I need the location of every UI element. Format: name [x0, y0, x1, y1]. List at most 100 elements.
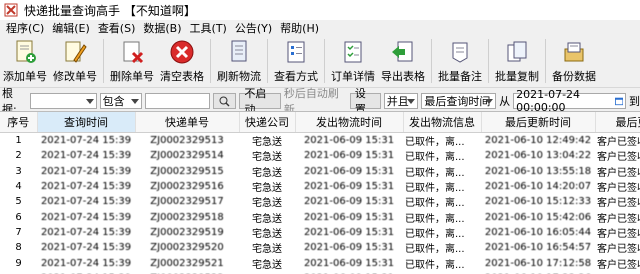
table-row[interactable]: 9 2021-07-24 15:39 ZJ0002329521 宅急送 2021-06-… [0, 255, 640, 271]
batch-copy-icon [507, 41, 527, 62]
cell-last-update-time: 2021-06-10 15:12:33 [484, 196, 592, 208]
cell-last-update-time: 2021-06-10 13:55:18 [484, 165, 592, 177]
cell-query-time: 2021-07-24 15:39 [40, 196, 132, 208]
autorefresh-toggle[interactable]: 不启动 [239, 87, 281, 116]
column-header-last-update[interactable]: 最后更新 [595, 112, 640, 133]
table-row[interactable]: 7 2021-07-24 15:39 ZJ0002329519 宅急送 2021-06-… [0, 225, 640, 240]
to-label: 到 [628, 95, 640, 108]
cell-index: 2 [15, 150, 22, 162]
delete-number-label: 删除单号 [110, 70, 154, 83]
cell-last-update: 客户已签收 [597, 137, 640, 149]
filter-search-input[interactable] [144, 93, 210, 109]
cell-ship-time: 2021-06-09 15:31 [303, 242, 395, 254]
cell-index: 9 [15, 257, 22, 269]
time-field-select[interactable]: 最后查询时间 [421, 93, 497, 109]
cell-ship-time: 2021-06-09 15:31 [303, 226, 395, 238]
edit-number-button[interactable]: 修改单号 [50, 37, 100, 85]
cell-ship-time: 2021-06-09 15:31 [303, 181, 395, 193]
export-green-icon [392, 41, 413, 62]
column-header-last-update-time[interactable]: 最后更新时间 [481, 112, 596, 133]
cell-courier: 宅急送 [252, 213, 282, 225]
cell-query-time: 2021-07-24 15:39 [40, 242, 132, 254]
settings-button[interactable]: 设置 [349, 87, 381, 116]
results-table[interactable]: 序号 查询时间 快递单号 快递公司 发出物流时间 发出物流信息 最后更新时间 最… [0, 111, 640, 274]
column-header-index[interactable]: 序号 [0, 112, 38, 133]
column-header-tracking-number[interactable]: 快递单号 [135, 112, 240, 133]
cell-ship-info: 已取件，离... [405, 213, 465, 225]
cell-ship-info: 已取件，离... [405, 183, 465, 195]
cell-tracking-number: ZJ0002329514 [150, 150, 224, 162]
add-number-label: 添加单号 [3, 70, 47, 83]
table-row[interactable]: 3 2021-07-24 15:39 ZJ0002329515 宅急送 2021-06-… [0, 164, 640, 179]
cell-courier: 宅急送 [252, 259, 282, 271]
filter-field-select[interactable] [29, 93, 97, 109]
cell-last-update: 客户已签收 [597, 198, 640, 210]
delete-number-button[interactable]: 删除单号 [107, 37, 157, 85]
export-table-button[interactable]: 导出表格 [378, 37, 428, 85]
calendar-icon [614, 97, 623, 106]
cell-ship-time: 2021-06-09 15:31 [303, 211, 395, 223]
time-field-value: 最后查询时间 [424, 95, 491, 108]
cell-courier: 宅急送 [252, 167, 282, 179]
table-row[interactable]: 1 2021-07-24 15:39 ZJ0002329513 宅急送 2021-06-… [0, 133, 640, 149]
order-detail-button[interactable]: 订单详情 [328, 37, 378, 85]
view-mode-button[interactable]: 查看方式 [271, 37, 321, 85]
menu-view[interactable]: 查看(S) [94, 20, 140, 36]
toolbar: 添加单号 修改单号 删除单号 清空表格 刷新物流 查看方式 订单详情 导出表格 … [0, 36, 640, 88]
cell-last-update: 客户已签收 [597, 228, 640, 240]
app-window: 快递批量查询高手 【不知道啊】 程序(C) 编辑(E) 查看(S) 数据(B) … [0, 0, 640, 274]
table-row[interactable]: 8 2021-07-24 15:39 ZJ0002329520 宅急送 2021-06-… [0, 240, 640, 255]
filter-logic-select[interactable]: 并且 [383, 93, 419, 109]
menu-tools[interactable]: 工具(T) [186, 20, 231, 36]
cell-ship-time: 2021-06-09 15:31 [303, 150, 395, 162]
cell-query-time: 2021-07-24 15:39 [40, 181, 132, 193]
menu-data[interactable]: 数据(B) [139, 20, 185, 36]
cell-tracking-number: ZJ0002329513 [150, 135, 224, 147]
cell-last-update: 客户已签收 [597, 259, 640, 271]
cell-courier: 宅急送 [252, 228, 282, 240]
cell-ship-info: 已取件，离... [405, 167, 465, 179]
cell-last-update: 客户已签收 [597, 183, 640, 195]
cell-index: 4 [15, 181, 22, 193]
cell-index: 7 [15, 226, 22, 238]
cell-ship-info: 已取件，离... [405, 198, 465, 210]
search-button[interactable] [213, 93, 237, 109]
clear-table-button[interactable]: 清空表格 [157, 37, 207, 85]
cell-last-update-time: 2021-06-10 15:42:06 [484, 211, 592, 223]
table-row[interactable]: 5 2021-07-24 15:39 ZJ0002329517 宅急送 2021-06-… [0, 194, 640, 209]
cell-query-time: 2021-07-24 15:39 [40, 165, 132, 177]
menu-bar: 程序(C) 编辑(E) 查看(S) 数据(B) 工具(T) 公告(Y) 帮助(H… [0, 20, 640, 36]
menu-edit[interactable]: 编辑(E) [48, 20, 94, 36]
filter-match-select[interactable]: 包含 [99, 93, 142, 109]
export-table-label: 导出表格 [381, 70, 425, 83]
cell-query-time: 2021-07-24 15:39 [40, 226, 132, 238]
cell-ship-time: 2021-06-09 15:31 [303, 165, 395, 177]
cell-index: 8 [15, 242, 22, 254]
batch-note-button[interactable]: 批量备注 [435, 37, 485, 85]
column-header-query-time[interactable]: 查询时间 [37, 112, 136, 133]
column-header-ship-info[interactable]: 发出物流信息 [403, 112, 482, 133]
clear-table-label: 清空表格 [160, 70, 204, 83]
batch-copy-button[interactable]: 批量复制 [492, 37, 542, 85]
column-header-courier[interactable]: 快递公司 [239, 112, 296, 133]
backup-icon [564, 42, 584, 62]
cell-index: 5 [15, 196, 22, 208]
backup-data-button[interactable]: 备份数据 [549, 37, 599, 85]
menu-notice[interactable]: 公告(Y) [231, 20, 276, 36]
menu-help[interactable]: 帮助(H) [276, 20, 323, 36]
cell-courier: 宅急送 [252, 198, 282, 210]
refresh-logistics-button[interactable]: 刷新物流 [214, 37, 264, 85]
column-header-ship-time[interactable]: 发出物流时间 [295, 112, 404, 133]
from-date-picker[interactable]: 2021-07-24 00:00:00 [513, 88, 626, 114]
add-number-button[interactable]: 添加单号 [0, 37, 50, 85]
table-row[interactable]: 2 2021-07-24 15:39 ZJ0002329514 宅急送 2021-06-… [0, 148, 640, 163]
table-row[interactable]: 4 2021-07-24 15:39 ZJ0002329516 宅急送 2021-06-… [0, 179, 640, 194]
batch-note-label: 批量备注 [438, 70, 482, 83]
table-row[interactable]: 6 2021-07-24 15:39 ZJ0002329518 宅急送 2021-06-… [0, 209, 640, 225]
cell-query-time: 2021-07-24 15:39 [40, 211, 132, 223]
cell-tracking-number: ZJ0002329519 [150, 226, 224, 238]
delete-x-icon [123, 41, 144, 64]
menu-program[interactable]: 程序(C) [2, 20, 48, 36]
cell-ship-info: 已取件，离... [405, 259, 465, 271]
title-bar: 快递批量查询高手 【不知道啊】 [0, 0, 640, 20]
